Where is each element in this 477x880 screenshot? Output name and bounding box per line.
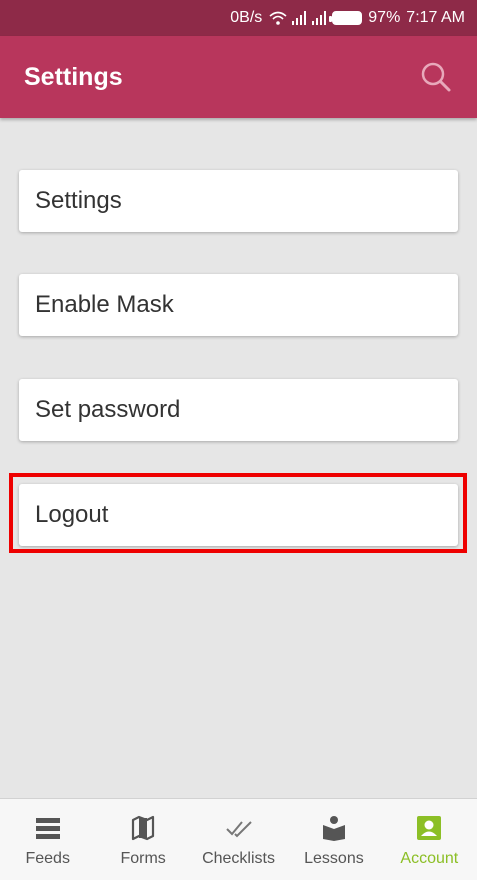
enable-mask-item[interactable]: Enable Mask — [19, 274, 458, 336]
battery-percentage: 97% — [368, 9, 401, 26]
nav-feeds-label: Feeds — [25, 850, 70, 867]
nav-forms-label: Forms — [120, 850, 166, 867]
battery-icon — [329, 11, 363, 25]
settings-item-label: Settings — [35, 187, 122, 214]
page-title: Settings — [24, 62, 123, 91]
account-icon — [417, 816, 442, 840]
map-icon — [132, 815, 155, 841]
bottom-nav: Feeds Forms Checklists Lessons Account — [0, 798, 477, 880]
nav-account[interactable]: Account — [382, 799, 477, 880]
nav-feeds[interactable]: Feeds — [0, 799, 95, 880]
app-bar: Settings — [0, 36, 477, 118]
nav-checklists-label: Checklists — [202, 850, 275, 867]
feeds-icon — [35, 818, 60, 839]
settings-item[interactable]: Settings — [19, 170, 458, 232]
set-password-item-label: Set password — [35, 396, 181, 423]
nav-forms[interactable]: Forms — [95, 799, 190, 880]
clock: 7:17 AM — [406, 9, 465, 26]
wifi-icon — [269, 11, 287, 25]
set-password-item[interactable]: Set password — [19, 379, 458, 441]
nav-lessons[interactable]: Lessons — [286, 799, 381, 880]
reader-icon — [322, 816, 345, 841]
nav-account-label: Account — [400, 850, 459, 867]
search-icon[interactable] — [419, 60, 453, 94]
enable-mask-item-label: Enable Mask — [35, 291, 174, 318]
status-bar: 0B/s 97% 7:17 AM — [0, 0, 477, 36]
nav-lessons-label: Lessons — [304, 850, 364, 867]
network-speed: 0B/s — [230, 9, 263, 26]
nav-checklists[interactable]: Checklists — [191, 799, 286, 880]
signal-icon — [292, 11, 307, 25]
logout-item-label: Logout — [35, 501, 109, 528]
double-check-icon — [225, 821, 252, 838]
signal-icon-2 — [312, 11, 327, 25]
logout-item[interactable]: Logout — [19, 484, 458, 546]
